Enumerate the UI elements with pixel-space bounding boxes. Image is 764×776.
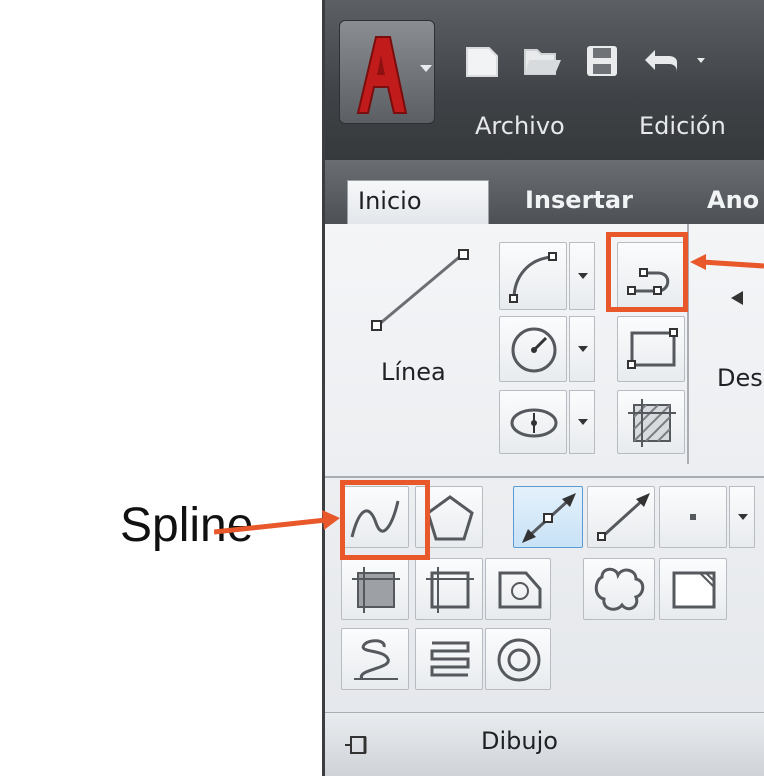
row-separator bbox=[325, 476, 764, 478]
circle-dropdown[interactable] bbox=[569, 316, 595, 382]
point-dropdown[interactable] bbox=[729, 486, 755, 548]
spline-highlight bbox=[340, 480, 430, 560]
point-icon bbox=[690, 514, 696, 520]
app-logo-icon bbox=[356, 36, 408, 114]
menu-edicion[interactable]: Edición bbox=[639, 112, 726, 140]
polyline-highlight bbox=[606, 232, 688, 312]
donut-icon bbox=[497, 638, 541, 682]
application-menu-button[interactable] bbox=[339, 20, 435, 124]
ellipse-icon bbox=[510, 408, 558, 438]
ellipse-dropdown[interactable] bbox=[569, 390, 595, 454]
3d-polyline-button[interactable] bbox=[415, 628, 483, 690]
ray-icon bbox=[597, 493, 650, 541]
wipeout-button[interactable] bbox=[659, 558, 727, 620]
arrow-left-icon bbox=[731, 291, 743, 305]
tab-inicio[interactable]: Inicio bbox=[347, 180, 489, 224]
tab-insertar[interactable]: Insertar bbox=[515, 180, 643, 224]
gradient-button[interactable] bbox=[341, 558, 409, 620]
line-label: Línea bbox=[381, 358, 446, 386]
point-button[interactable] bbox=[659, 486, 727, 548]
chevron-down-icon[interactable] bbox=[697, 58, 705, 63]
panel-title-bar: Dibujo bbox=[325, 712, 764, 776]
spring-icon bbox=[430, 641, 470, 677]
arc-icon bbox=[509, 252, 557, 303]
circle-icon bbox=[511, 327, 557, 373]
region-icon bbox=[498, 571, 542, 609]
menu-archivo[interactable]: Archivo bbox=[475, 112, 565, 140]
arc-button[interactable] bbox=[499, 242, 567, 310]
save-icon[interactable] bbox=[581, 40, 623, 82]
chevron-down-icon bbox=[420, 65, 432, 72]
autocad-window: Archivo Edición Inicio Insertar Ano Líne… bbox=[322, 0, 764, 776]
rectangle-button[interactable] bbox=[617, 316, 685, 382]
construction-line-button[interactable] bbox=[513, 486, 583, 548]
undo-icon[interactable] bbox=[641, 40, 683, 82]
region-button[interactable] bbox=[485, 558, 551, 620]
revcloud-icon bbox=[594, 567, 645, 611]
arc-dropdown[interactable] bbox=[569, 242, 595, 310]
construction-line-icon bbox=[522, 493, 576, 543]
gradient-icon bbox=[352, 567, 400, 613]
hatch-icon bbox=[628, 399, 676, 447]
donut-button[interactable] bbox=[485, 628, 551, 690]
boundary-icon bbox=[426, 567, 474, 613]
helix-icon bbox=[354, 639, 398, 680]
ribbon-tabs: Inicio Insertar Ano bbox=[325, 160, 764, 224]
polyline-callout-arrow bbox=[690, 254, 764, 270]
circle-button[interactable] bbox=[499, 316, 567, 382]
spline-callout-arrow bbox=[214, 510, 340, 535]
tab-anotar[interactable]: Ano bbox=[697, 180, 764, 224]
line-icon bbox=[371, 249, 469, 331]
ellipse-button[interactable] bbox=[499, 390, 567, 454]
rectangle-icon bbox=[627, 328, 678, 369]
panel-title[interactable]: Dibujo bbox=[481, 727, 558, 755]
open-folder-icon[interactable] bbox=[521, 40, 563, 82]
title-bar: Archivo Edición bbox=[325, 0, 764, 160]
revcloud-button[interactable] bbox=[583, 558, 655, 620]
helix-button[interactable] bbox=[341, 628, 409, 690]
hatch-button[interactable] bbox=[617, 390, 685, 454]
pin-icon[interactable] bbox=[343, 733, 371, 757]
wipeout-icon bbox=[672, 571, 716, 609]
move-label: Des bbox=[717, 364, 763, 392]
ray-button[interactable] bbox=[587, 486, 655, 548]
line-button[interactable]: Línea bbox=[345, 240, 475, 390]
boundary-button[interactable] bbox=[415, 558, 483, 620]
new-file-icon[interactable] bbox=[461, 40, 503, 82]
